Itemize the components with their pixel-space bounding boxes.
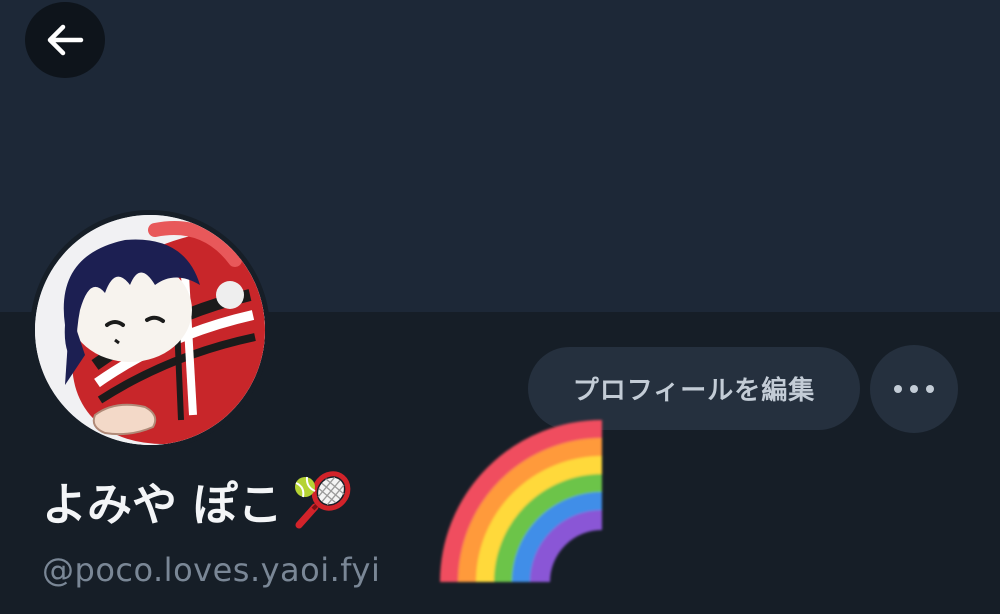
profile-handle: @poco.loves.yaoi.fyi bbox=[42, 551, 381, 589]
avatar-border bbox=[30, 210, 270, 450]
back-button[interactable] bbox=[25, 2, 105, 78]
more-horizontal-icon bbox=[890, 385, 938, 393]
display-name-text: よみや ぽこ bbox=[42, 477, 283, 531]
more-options-button[interactable] bbox=[870, 345, 958, 433]
edit-profile-label: プロフィールを編集 bbox=[572, 376, 816, 406]
display-name: よみや ぽこ bbox=[42, 470, 353, 531]
rainbow-icon bbox=[440, 420, 603, 583]
profile-page: プロフィールを編集 よみや ぽこ @poco.loves.yaoi.fyi bbox=[0, 0, 1000, 614]
tennis-racket-icon bbox=[294, 471, 351, 529]
arrow-left-icon bbox=[47, 24, 84, 56]
avatar-plush-image bbox=[35, 215, 265, 445]
avatar[interactable] bbox=[35, 215, 265, 445]
